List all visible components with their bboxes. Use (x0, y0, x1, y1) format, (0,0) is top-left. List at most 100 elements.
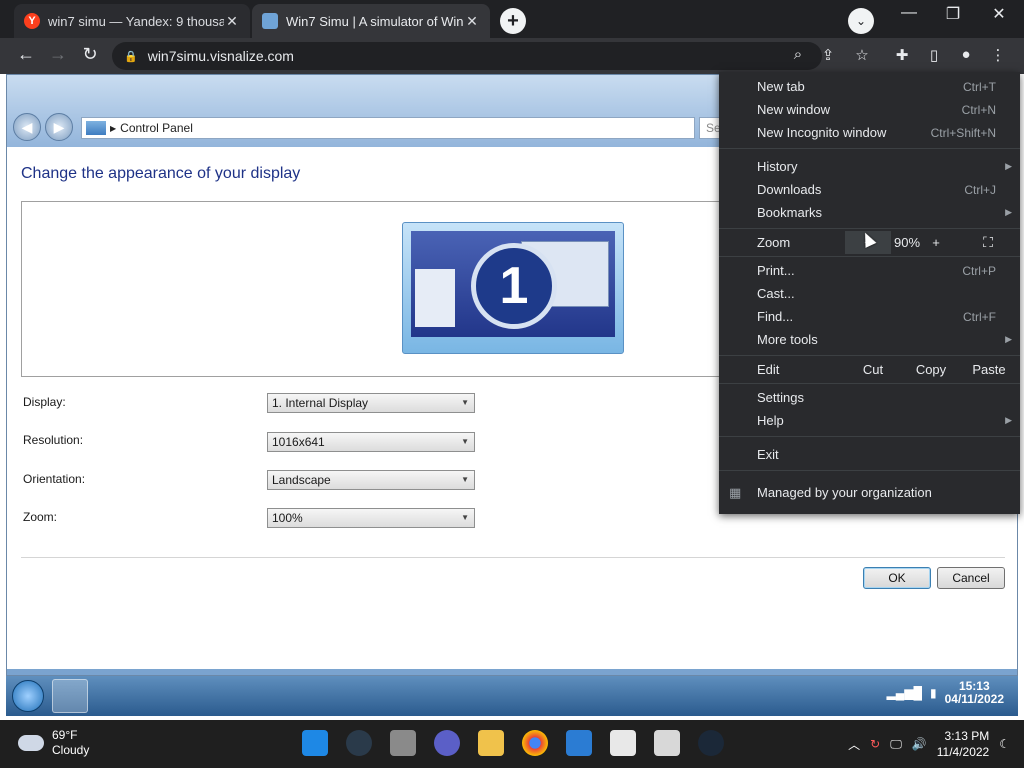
start-icon[interactable] (302, 730, 328, 756)
close-window-icon[interactable]: ✕ (984, 4, 1014, 24)
menu-item-label: Downloads (757, 182, 822, 197)
signal-icon[interactable]: ▂▄▆█ (887, 686, 922, 700)
weather-widget[interactable]: 69°F Cloudy (18, 728, 89, 758)
profile-icon[interactable]: ● (956, 46, 976, 63)
clock-time: 3:13 PM (944, 729, 990, 743)
breadcrumb: Control Panel (120, 121, 193, 135)
notepad-icon[interactable] (654, 730, 680, 756)
menu-item-label: Bookmarks (757, 205, 823, 220)
orientation-value: Landscape (272, 473, 331, 487)
menu-item-new-tab[interactable]: New tab Ctrl+T (719, 75, 1020, 98)
copy-button[interactable]: Copy (903, 362, 959, 377)
menu-item-downloads[interactable]: Downloads Ctrl+J (719, 178, 1020, 201)
submenu-arrow-icon: ▶ (1005, 161, 1012, 171)
resolution-value: 1016x641 (272, 435, 325, 449)
network-icon[interactable]: 🖵 (890, 737, 902, 752)
chevron-down-icon: ▼ (461, 437, 469, 446)
menu-icon[interactable]: ⋮ (988, 46, 1008, 64)
display-value: 1. Internal Display (272, 396, 369, 410)
menu-item-bookmarks[interactable]: Bookmarks ▶ (719, 201, 1020, 224)
menu-item-label: Settings (757, 390, 804, 405)
bookmark-star-icon[interactable]: ☆ (852, 46, 872, 64)
close-tab-icon[interactable]: ✕ (224, 13, 240, 30)
monitor-number: 1 (471, 243, 557, 329)
menu-item-history[interactable]: History ▶ (719, 155, 1020, 178)
monitor-1[interactable]: 1 (402, 222, 624, 354)
orientation-select[interactable]: Landscape ▼ (267, 470, 475, 490)
display-preview: 1 (21, 201, 741, 377)
close-tab-icon[interactable]: ✕ (464, 13, 480, 30)
zoom-value: 100% (272, 511, 303, 525)
zoom-in-button[interactable]: + (913, 231, 959, 254)
volume-icon[interactable]: 🔊 (912, 737, 927, 751)
menu-item-exit[interactable]: Exit (719, 443, 1020, 466)
menu-item-incognito[interactable]: New Incognito window Ctrl+Shift+N (719, 121, 1020, 144)
side-panel-icon[interactable]: ▯ (924, 46, 944, 64)
zoom-icon[interactable]: ⌕ (788, 46, 808, 63)
menu-item-print[interactable]: Print... Ctrl+P (719, 259, 1020, 282)
tab-yandex[interactable]: Y win7 simu — Yandex: 9 thousand ✕ (14, 4, 250, 38)
system-clock[interactable]: 3:13 PM 11/4/2022 (937, 728, 990, 760)
7zip-icon[interactable] (610, 730, 636, 756)
menu-item-label: Cast... (757, 286, 795, 301)
tab-strip: Y win7 simu — Yandex: 9 thousand ✕ Win7 … (0, 0, 1024, 38)
resolution-select[interactable]: 1016x641 ▼ (267, 432, 475, 452)
cancel-button[interactable]: Cancel (937, 567, 1005, 589)
win7-forward-button[interactable]: ▶ (45, 113, 73, 141)
sync-icon[interactable]: ↻ (870, 737, 880, 751)
resolution-label: Resolution: (23, 433, 84, 447)
ok-button[interactable]: OK (863, 567, 931, 589)
file-explorer-icon[interactable] (478, 730, 504, 756)
menu-item-more-tools[interactable]: More tools ▶ (719, 328, 1020, 351)
win7-clock[interactable]: 15:13 04/11/2022 (945, 680, 1004, 706)
steam-icon[interactable] (698, 730, 724, 756)
focus-assist-icon[interactable]: ☾ (999, 737, 1010, 751)
weather-condition: Cloudy (52, 743, 90, 757)
menu-item-new-window[interactable]: New window Ctrl+N (719, 98, 1020, 121)
menu-item-label: Print... (757, 263, 795, 278)
menu-item-find[interactable]: Find... Ctrl+F (719, 305, 1020, 328)
fullscreen-icon[interactable]: ⛶ (965, 231, 1011, 254)
paste-button[interactable]: Paste (961, 362, 1017, 377)
extensions-icon[interactable]: ✚ (892, 46, 912, 64)
win7-address-field[interactable]: ▶ Control Panel (81, 117, 695, 139)
cut-button[interactable]: Cut (845, 362, 901, 377)
share-icon[interactable]: ⇪ (818, 46, 838, 64)
zoom-select[interactable]: 100% ▼ (267, 508, 475, 528)
address-bar[interactable]: 🔒 win7simu.visnalize.com (112, 42, 822, 70)
zoom-label: Zoom: (23, 510, 58, 524)
battery-icon[interactable]: ▮ (930, 686, 937, 700)
search-icon[interactable] (346, 730, 372, 756)
menu-divider (719, 470, 1020, 471)
maximize-icon[interactable]: ❐ (938, 4, 968, 24)
menu-item-help[interactable]: Help ▶ (719, 409, 1020, 432)
tab-title: win7 simu — Yandex: 9 thousand (48, 13, 224, 29)
control-panel-taskbar-button[interactable] (52, 679, 88, 713)
win7-start-button[interactable] (12, 680, 44, 712)
chat-icon[interactable] (434, 730, 460, 756)
menu-item-managed[interactable]: ▦ Managed by your organization (719, 481, 1020, 504)
menu-divider (719, 355, 1020, 356)
new-tab-button[interactable]: + (500, 8, 526, 34)
display-select[interactable]: 1. Internal Display ▼ (267, 393, 475, 413)
chevron-up-icon[interactable]: ︿ (848, 736, 860, 753)
menu-divider (719, 436, 1020, 437)
menu-item-label: Exit (757, 447, 779, 462)
menu-item-settings[interactable]: Settings (719, 386, 1020, 409)
shortcut-text: Ctrl+P (962, 263, 996, 278)
menu-item-label: Edit (757, 362, 780, 377)
menu-item-cast[interactable]: Cast... (719, 282, 1020, 305)
task-view-icon[interactable] (390, 730, 416, 756)
back-icon[interactable]: ← (14, 44, 38, 65)
reload-icon[interactable]: ↻ (78, 44, 102, 65)
menu-divider (719, 228, 1020, 229)
tab-win7simu[interactable]: Win7 Simu | A simulator of Wind ✕ (252, 4, 490, 38)
chevron-down-icon: ▼ (461, 475, 469, 484)
win7-back-button[interactable]: ◀ (13, 113, 41, 141)
orientation-label: Orientation: (23, 472, 86, 486)
tab-search-icon[interactable]: ⌄ (848, 8, 874, 34)
forward-icon[interactable]: → (46, 44, 70, 65)
chrome-icon[interactable] (522, 730, 548, 756)
store-icon[interactable] (566, 730, 592, 756)
minimize-icon[interactable]: — (894, 4, 924, 22)
